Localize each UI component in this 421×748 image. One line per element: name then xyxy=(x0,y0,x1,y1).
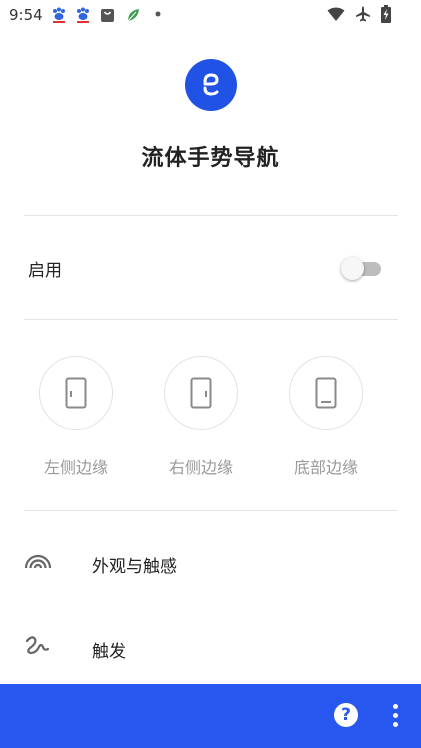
edge-bottom-button[interactable] xyxy=(289,356,363,430)
edge-left-label: 左侧边缘 xyxy=(43,458,108,477)
more-vert-icon[interactable] xyxy=(385,703,405,729)
bottom-app-bar: ? xyxy=(0,684,421,748)
status-time: 9:54 xyxy=(9,6,43,24)
edge-right-label: 右侧边缘 xyxy=(168,458,233,477)
phone-bottom-icon xyxy=(315,377,337,409)
door-right-icon xyxy=(190,377,212,409)
divider xyxy=(24,215,398,216)
menu-item-trigger[interactable]: 触发 xyxy=(0,617,421,677)
fluid-logo-icon xyxy=(185,59,237,111)
status-bar: 9:54 xyxy=(0,0,421,30)
enable-switch[interactable] xyxy=(341,257,383,281)
edge-bottom-label: 底部边缘 xyxy=(293,458,358,477)
edge-right-option[interactable]: 右侧边缘 xyxy=(146,356,256,478)
squiggle-icon xyxy=(25,636,50,655)
wifi-icon xyxy=(327,7,345,21)
enable-row[interactable]: 启用 xyxy=(0,240,421,296)
baidu-paw-icon xyxy=(77,7,89,23)
edge-left-button[interactable] xyxy=(39,356,113,430)
switch-thumb xyxy=(341,257,364,280)
edge-right-button[interactable] xyxy=(164,356,238,430)
leaf-icon xyxy=(127,9,139,22)
divider xyxy=(24,319,398,320)
enable-label: 启用 xyxy=(28,261,62,281)
battery-charging-icon xyxy=(381,5,391,23)
menu-item-label: 触发 xyxy=(92,642,126,662)
door-left-icon xyxy=(65,377,87,409)
rainbow-icon xyxy=(24,554,52,569)
shopping-bag-icon xyxy=(101,9,114,22)
dot-icon xyxy=(155,11,161,17)
page-title: 流体手势导航 xyxy=(141,146,280,171)
menu-item-label: 外观与触感 xyxy=(92,557,177,577)
menu-item-appearance[interactable]: 外观与触感 xyxy=(0,533,421,593)
baidu-paw-icon xyxy=(53,7,65,23)
help-icon[interactable]: ? xyxy=(334,703,358,727)
airplane-icon xyxy=(356,6,370,22)
edge-bottom-option[interactable]: 底部边缘 xyxy=(271,356,381,478)
edge-left-option[interactable]: 左侧边缘 xyxy=(21,356,131,478)
divider xyxy=(24,510,398,511)
